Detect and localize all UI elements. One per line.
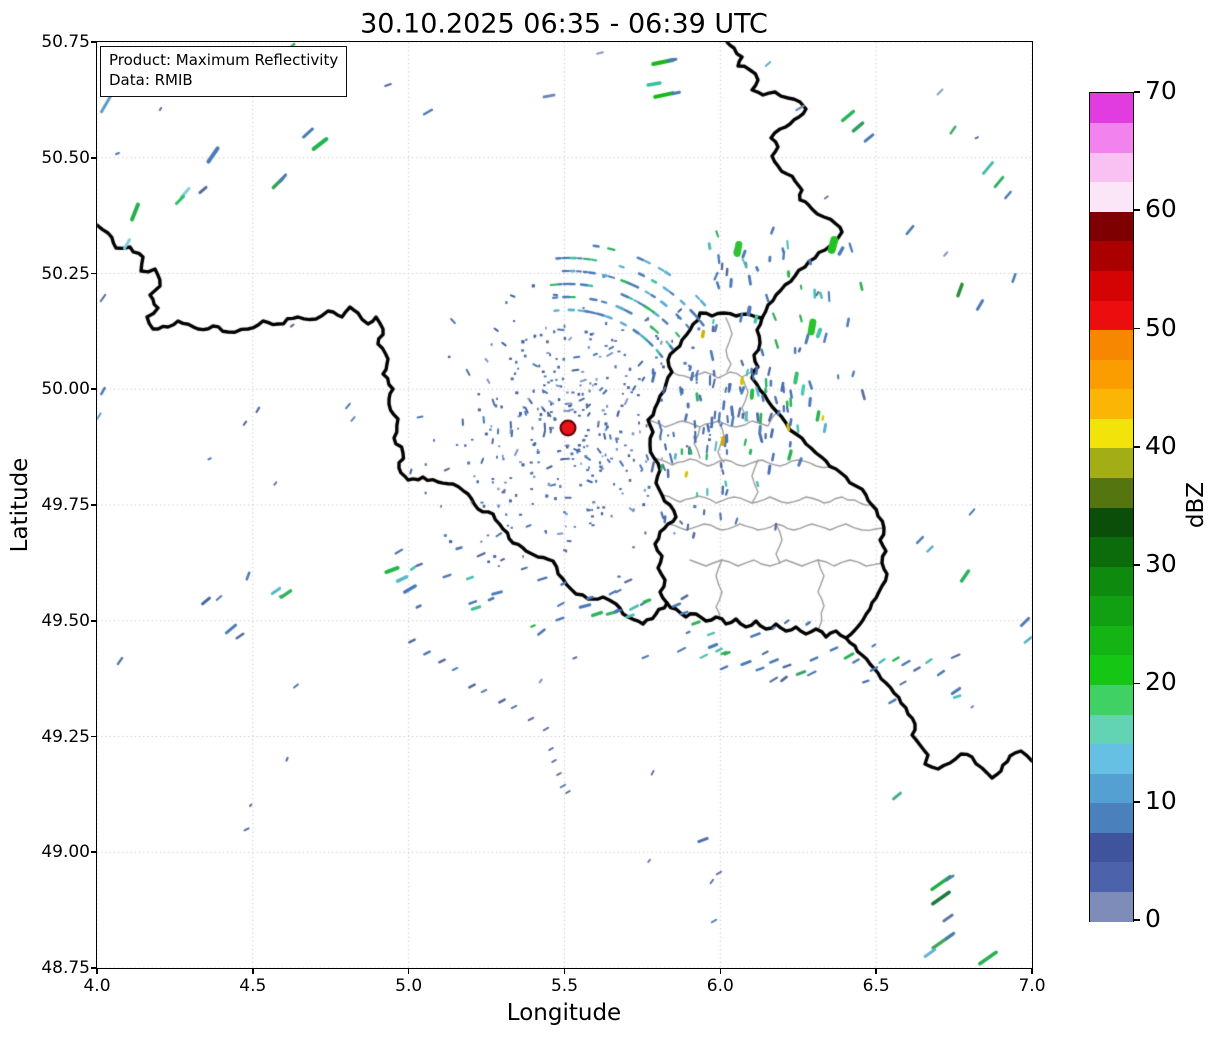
colorbar-tick-mark — [1134, 327, 1140, 330]
colorbar-tick-mark — [1134, 800, 1140, 803]
y-tick-label: 49.25 — [41, 726, 90, 747]
y-tick-label: 48.75 — [41, 958, 90, 978]
colorbar-segment — [1090, 418, 1133, 449]
x-axis-label: Longitude — [506, 1000, 622, 1026]
x-tick-mark — [719, 969, 722, 974]
colorbar-tick-label: 20 — [1145, 667, 1177, 697]
colorbar-label: dBZ — [1183, 481, 1209, 529]
colorbar-segment — [1090, 773, 1133, 804]
radar-map-canvas — [0, 0, 1219, 1040]
colorbar-tick-mark — [1134, 919, 1140, 921]
colorbar-segment — [1090, 211, 1133, 242]
colorbar-segment — [1090, 122, 1133, 153]
colorbar-segment — [1090, 891, 1133, 922]
colorbar-segment — [1090, 447, 1133, 478]
radar-figure: 30.10.2025 06:35 - 06:39 UTC Product: Ma… — [0, 0, 1219, 1040]
x-tick-label: 6.5 — [862, 976, 890, 996]
y-tick-label: 49.00 — [41, 842, 90, 863]
colorbar-segment — [1090, 625, 1133, 656]
x-tick-label: 4.5 — [239, 976, 267, 996]
colorbar-tick-mark — [1134, 682, 1140, 685]
colorbar-segment — [1090, 832, 1133, 863]
colorbar-tick-mark — [1134, 91, 1140, 93]
y-tick-label: 50.25 — [41, 263, 90, 284]
colorbar-tick-label: 40 — [1145, 430, 1177, 460]
x-tick-mark — [252, 969, 254, 974]
x-tick-label: 5.0 — [395, 976, 423, 996]
y-tick-mark — [91, 504, 96, 506]
colorbar-tick-label: 70 — [1145, 76, 1177, 105]
colorbar-segment — [1090, 359, 1133, 390]
x-tick-label: 4.0 — [83, 976, 111, 996]
colorbar-segment — [1090, 388, 1133, 419]
y-tick-mark — [91, 156, 96, 159]
colorbar-segment — [1090, 536, 1133, 567]
colorbar-tick-label: 10 — [1145, 785, 1177, 815]
y-tick-label: 50.00 — [41, 379, 90, 400]
y-tick-mark — [91, 388, 96, 391]
x-tick-mark — [563, 969, 566, 974]
colorbar-segment — [1090, 240, 1133, 271]
colorbar-segment — [1090, 507, 1133, 538]
colorbar-segment — [1090, 802, 1133, 833]
colorbar-segment — [1090, 714, 1133, 745]
colorbar-segment — [1090, 595, 1133, 626]
y-tick-mark — [91, 851, 96, 854]
data-source-label: Data: RMIB — [109, 71, 193, 90]
colorbar-segment — [1090, 684, 1133, 715]
colorbar-tick-label: 50 — [1145, 312, 1177, 342]
colorbar-tick-label: 0 — [1145, 904, 1161, 933]
colorbar-tick-mark — [1134, 446, 1140, 448]
y-tick-label: 50.50 — [41, 147, 90, 168]
y-tick-mark — [91, 967, 96, 969]
y-tick-mark — [91, 735, 96, 738]
colorbar-segment — [1090, 152, 1133, 183]
y-tick-mark — [91, 41, 96, 43]
product-info-box: Product: Maximum Reflectivity Data: RMIB — [100, 46, 348, 97]
colorbar-segment — [1090, 861, 1133, 892]
x-tick-mark — [96, 969, 98, 974]
x-tick-mark — [875, 969, 877, 974]
colorbar-segment — [1090, 181, 1133, 212]
colorbar — [1089, 92, 1134, 922]
x-tick-label: 5.5 — [550, 976, 579, 996]
colorbar-segment — [1090, 654, 1133, 685]
colorbar-segment — [1090, 270, 1133, 301]
colorbar-segment — [1090, 93, 1133, 124]
page-title: 30.10.2025 06:35 - 06:39 UTC — [360, 8, 768, 40]
y-tick-mark — [91, 619, 96, 622]
colorbar-tick-label: 30 — [1145, 549, 1177, 579]
colorbar-segment — [1090, 743, 1133, 774]
y-tick-label: 49.50 — [41, 610, 90, 631]
colorbar-segment — [1090, 329, 1133, 360]
colorbar-segment — [1090, 300, 1133, 331]
colorbar-segment — [1090, 566, 1133, 597]
x-tick-label: 7.0 — [1018, 976, 1046, 996]
y-tick-mark — [91, 272, 96, 275]
product-label: Product: Maximum Reflectivity — [109, 51, 339, 69]
y-tick-label: 49.75 — [41, 495, 90, 515]
y-tick-label: 50.75 — [41, 32, 90, 52]
colorbar-tick-mark — [1134, 564, 1140, 566]
colorbar-tick-mark — [1134, 209, 1140, 212]
x-tick-mark — [1031, 969, 1033, 974]
colorbar-tick-label: 60 — [1145, 194, 1177, 224]
colorbar-segment — [1090, 477, 1133, 508]
x-tick-mark — [407, 969, 410, 974]
x-tick-label: 6.0 — [706, 976, 734, 996]
